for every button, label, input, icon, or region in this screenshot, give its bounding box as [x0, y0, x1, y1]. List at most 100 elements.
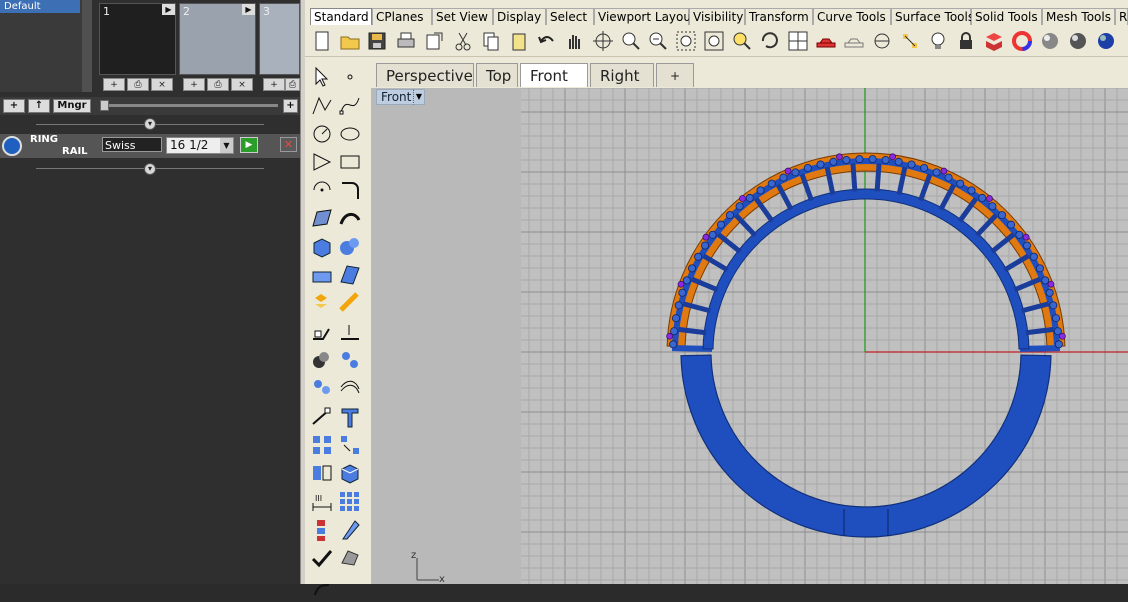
polygon-icon[interactable]: [309, 149, 335, 175]
point-icon[interactable]: [337, 64, 363, 90]
save-icon[interactable]: [365, 29, 389, 53]
layer-icon[interactable]: [982, 29, 1006, 53]
pan-hand-icon[interactable]: [562, 29, 586, 53]
split-icon[interactable]: [337, 319, 363, 345]
play-icon[interactable]: ▶: [242, 4, 255, 15]
text-icon[interactable]: [337, 404, 363, 430]
lock-icon[interactable]: [954, 29, 978, 53]
toolbar-tab-set-view[interactable]: Set View: [432, 8, 493, 25]
toolbar-tab-visibility[interactable]: Visibility: [689, 8, 745, 25]
scale-icon[interactable]: [337, 517, 363, 543]
toolbar-tab-transform[interactable]: Transform: [745, 8, 813, 25]
material-sphere-icon[interactable]: [1066, 29, 1090, 53]
viewport-tab-right[interactable]: Right: [590, 63, 654, 87]
thumb-save-button[interactable]: ⎙: [207, 78, 229, 91]
history-icon[interactable]: [309, 573, 335, 599]
cplane-icon[interactable]: [870, 29, 894, 53]
open-icon[interactable]: [338, 29, 362, 53]
thumb-delete-button[interactable]: ×: [231, 78, 253, 91]
fillet-icon[interactable]: [337, 177, 363, 203]
ellipse-icon[interactable]: [337, 121, 363, 147]
viewport-tab-perspective[interactable]: Perspective: [376, 63, 474, 87]
blue-sphere-icon[interactable]: [1094, 29, 1118, 53]
toolbar-tab-curve-tools[interactable]: Curve Tools: [813, 8, 891, 25]
polyline-icon[interactable]: [309, 92, 335, 118]
zoom-icon[interactable]: [619, 29, 643, 53]
toolbar-tab-r[interactable]: R: [1115, 8, 1128, 25]
move-up-button[interactable]: ↑: [28, 99, 50, 113]
dimension-icon[interactable]: III: [309, 489, 335, 515]
toolbar-tab-solid-tools[interactable]: Solid Tools: [971, 8, 1042, 25]
layer-default[interactable]: Default: [0, 0, 80, 13]
undo-view-icon[interactable]: [758, 29, 782, 53]
layer-list[interactable]: Default: [0, 0, 83, 92]
toolbar-tab-surface-tools[interactable]: Surface Tools: [891, 8, 974, 25]
new-icon[interactable]: [310, 29, 334, 53]
render-sphere-icon[interactable]: [1038, 29, 1062, 53]
add-viewport-tab[interactable]: +: [656, 63, 694, 87]
thumb-add-button[interactable]: +: [183, 78, 205, 91]
thumbnail-1[interactable]: 1 ▶: [99, 3, 176, 75]
boolean-icon[interactable]: [337, 290, 363, 316]
zoom-dynamic-icon[interactable]: [674, 29, 698, 53]
play-icon[interactable]: ▶: [240, 137, 258, 153]
light-icon[interactable]: [926, 29, 950, 53]
box-icon[interactable]: [309, 234, 335, 260]
car-icon[interactable]: [814, 29, 838, 53]
ring-model-scene[interactable]: [371, 88, 1128, 584]
ring-size-select[interactable]: 16 1/2 ▼: [166, 137, 234, 154]
thumb-save-button[interactable]: ⎙: [127, 78, 149, 91]
toolbar-tab-viewport-layout[interactable]: Viewport Layout: [594, 8, 696, 25]
play-icon[interactable]: ▶: [162, 4, 175, 15]
paste-icon[interactable]: [507, 29, 531, 53]
add-layer-button[interactable]: +: [3, 99, 25, 113]
group-icon[interactable]: [309, 375, 335, 401]
thumb-delete-button[interactable]: ×: [151, 78, 173, 91]
points-icon[interactable]: [898, 29, 922, 53]
move-icon[interactable]: [309, 404, 335, 430]
explode-icon[interactable]: [309, 290, 335, 316]
arc-icon[interactable]: [309, 177, 335, 203]
chevron-down-icon[interactable]: ▼: [220, 138, 233, 153]
manager-button[interactable]: Mngr: [53, 99, 91, 113]
thumb-save-button[interactable]: ⎙: [285, 78, 300, 91]
viewport-tab-front[interactable]: Front: [520, 63, 588, 87]
select-icon[interactable]: [309, 64, 335, 90]
copy-icon[interactable]: [479, 29, 503, 53]
mesh-icon[interactable]: [337, 545, 363, 571]
check-icon[interactable]: [309, 545, 335, 571]
layer-scrollbar[interactable]: [82, 0, 92, 92]
chevron-down-icon[interactable]: ▼: [413, 89, 425, 105]
thumbnail-3[interactable]: 3: [259, 3, 300, 75]
rotate-view-icon[interactable]: [591, 29, 615, 53]
toolbar-tab-display[interactable]: Display: [493, 8, 546, 25]
points-on-icon[interactable]: [337, 347, 363, 373]
cut-icon[interactable]: [451, 29, 475, 53]
trim-icon[interactable]: [309, 319, 335, 345]
sphere-icon[interactable]: [337, 234, 363, 260]
thumb-add-button[interactable]: +: [103, 78, 125, 91]
thumbnail-2[interactable]: 2 ▶: [179, 3, 256, 75]
curve-icon[interactable]: [337, 92, 363, 118]
close-icon[interactable]: ✕: [280, 137, 297, 152]
curve-offset-icon[interactable]: [337, 375, 363, 401]
zoom-window-icon[interactable]: [646, 29, 670, 53]
car-wire-icon[interactable]: [842, 29, 866, 53]
surface-patch-icon[interactable]: [337, 262, 363, 288]
circle-icon[interactable]: [309, 121, 335, 147]
slider-knob[interactable]: [100, 100, 109, 111]
collapse-handle[interactable]: ▾: [144, 118, 156, 130]
export-icon[interactable]: [422, 29, 446, 53]
viewport-layout-icon[interactable]: [786, 29, 810, 53]
viewport-title[interactable]: Front: [376, 89, 417, 105]
right-add-button[interactable]: +: [283, 99, 298, 113]
mirror-icon[interactable]: [309, 460, 335, 486]
solid-icon[interactable]: [337, 460, 363, 486]
surface-icon[interactable]: [309, 206, 335, 232]
thumb-size-slider[interactable]: [100, 104, 278, 107]
toolbar-tab-mesh-tools[interactable]: Mesh Tools: [1042, 8, 1115, 25]
zoom-extents-icon[interactable]: [702, 29, 726, 53]
align-icon[interactable]: [309, 517, 335, 543]
front-viewport[interactable]: Front ▼ z x: [371, 88, 1128, 584]
undo-icon[interactable]: [535, 29, 559, 53]
